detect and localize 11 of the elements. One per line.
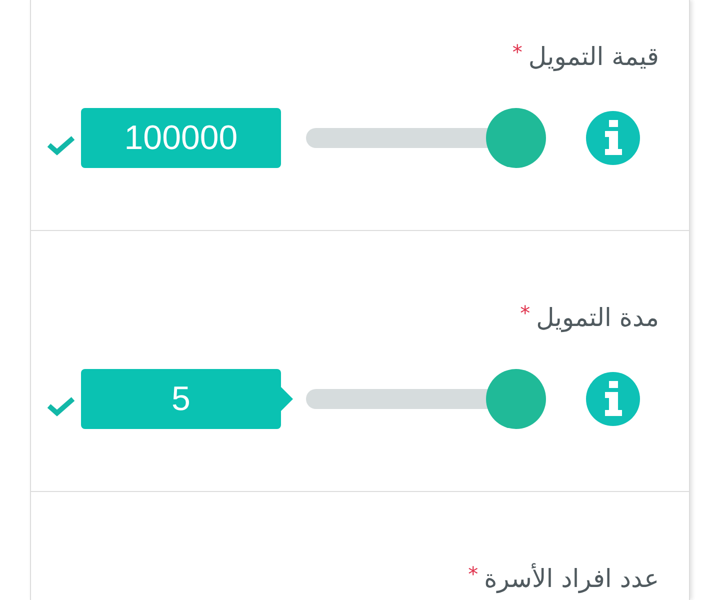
info-icon[interactable] bbox=[586, 372, 640, 426]
required-asterisk: * bbox=[468, 562, 478, 586]
field-label: مدة التمويل bbox=[536, 302, 659, 332]
slider[interactable] bbox=[306, 108, 546, 168]
required-asterisk: * bbox=[512, 40, 522, 64]
required-asterisk: * bbox=[520, 301, 530, 325]
field-label: عدد افراد الأسرة bbox=[484, 564, 659, 592]
field-label: قيمة التمويل bbox=[528, 42, 659, 70]
info-icon[interactable] bbox=[586, 111, 640, 165]
slider[interactable] bbox=[306, 369, 546, 429]
value-tooltip: 5 bbox=[81, 369, 293, 429]
